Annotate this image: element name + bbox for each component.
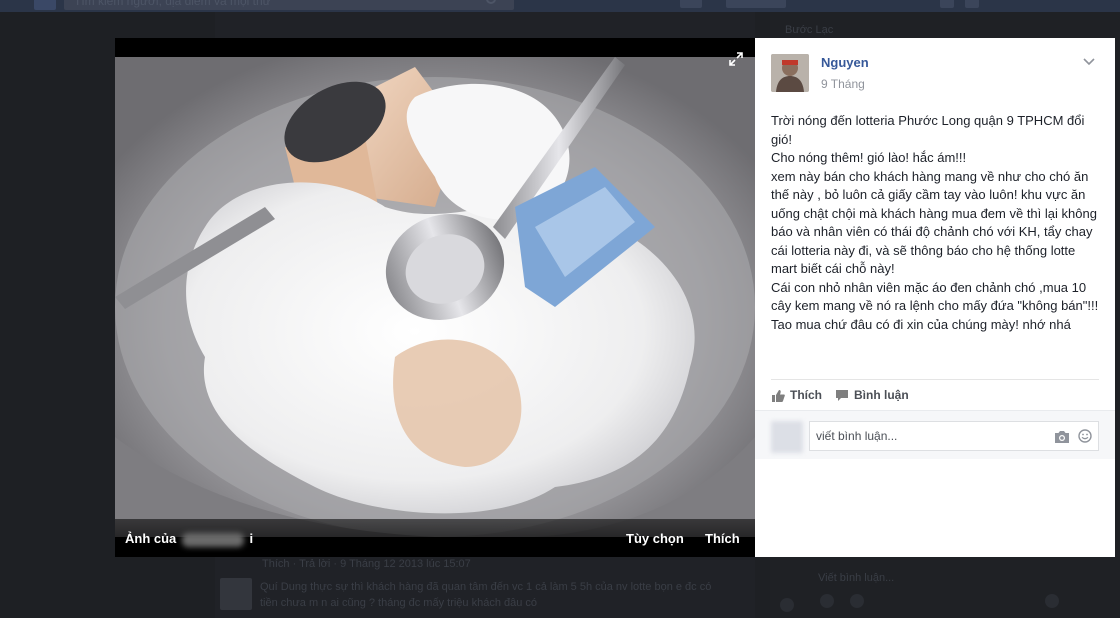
caption-text: Ảnh của (125, 531, 177, 546)
post-line: xem này bán cho khách hàng mang về như c… (771, 168, 1097, 277)
comment-label: Bình luận (854, 388, 909, 402)
photo-viewer: Ảnh của i Tùy chọn Thích (115, 38, 755, 557)
comment-input[interactable]: viết bình luận... (809, 421, 1099, 451)
blurred-name (181, 532, 244, 547)
post-line: Trời nóng đến lotteria Phước Long quận 9… (771, 113, 1085, 147)
post-timestamp[interactable]: 9 Tháng (821, 77, 865, 91)
like-icon (1045, 594, 1059, 608)
options-button[interactable]: Tùy chọn (626, 531, 684, 546)
sidebar-header: Bước Lạc (785, 24, 834, 36)
commenter-avatar (771, 421, 803, 453)
search-placeholder: Tìm kiếm người, địa điểm và mọi thứ (74, 0, 271, 8)
caption-tail: i (249, 531, 254, 546)
search-icon (486, 0, 496, 4)
comment-area: viết bình luận... (755, 410, 1115, 459)
behind-comment-meta: Thích · Trả lời · 9 Tháng 12 2013 lúc 15… (262, 558, 471, 570)
post-line: Tao mua chứ đâu có đi xin của chúng mày!… (771, 316, 1071, 332)
post-body: Trời nóng đến lotteria Phước Long quận 9… (771, 112, 1103, 334)
like-label: Thích (790, 388, 822, 402)
behind-comment-input: Viết bình luận... (818, 572, 895, 584)
camera-icon (820, 594, 834, 608)
behind-comment-text: Quí Dung thực sự thì khách hàng đã quan … (260, 581, 712, 609)
post-photo[interactable] (115, 57, 755, 537)
comment-button[interactable]: Bình luận (835, 388, 909, 402)
behind-comment-avatar (220, 578, 252, 610)
top-bar-right (680, 0, 1120, 10)
viewer-like-button[interactable]: Thích (705, 531, 740, 546)
divider (771, 379, 1099, 380)
emoji-icon[interactable] (1078, 429, 1092, 443)
facebook-top-bar: Tìm kiếm người, địa điểm và mọi thứ (0, 0, 1120, 12)
expand-icon[interactable] (729, 52, 743, 66)
photo-caption[interactable]: Ảnh của i (125, 531, 253, 547)
post-line: Cái con nhỏ nhân viên mặc áo đen chảnh c… (771, 279, 1099, 314)
like-button[interactable]: Thích (771, 388, 822, 402)
comment-icon (836, 389, 848, 401)
post-panel: Nguyen 9 Tháng Trời nóng đến lotteria Ph… (755, 38, 1115, 557)
post-line: Cho nóng thêm! gió lào! hắc ám!!! (771, 150, 967, 165)
chevron-down-icon[interactable] (1082, 54, 1096, 68)
search-bar: Tìm kiếm người, địa điểm và mọi thứ (64, 0, 514, 10)
comment-placeholder: viết bình luận... (816, 429, 898, 443)
camera-icon[interactable] (1054, 430, 1070, 444)
thumbs-up-icon (772, 389, 785, 402)
author-avatar[interactable] (771, 54, 809, 92)
photo-footer: Ảnh của i Tùy chọn Thích (115, 519, 755, 557)
globe-icon (780, 598, 794, 612)
smile-icon (850, 594, 864, 608)
author-name[interactable]: Nguyen (821, 55, 869, 70)
facebook-logo (34, 0, 56, 10)
